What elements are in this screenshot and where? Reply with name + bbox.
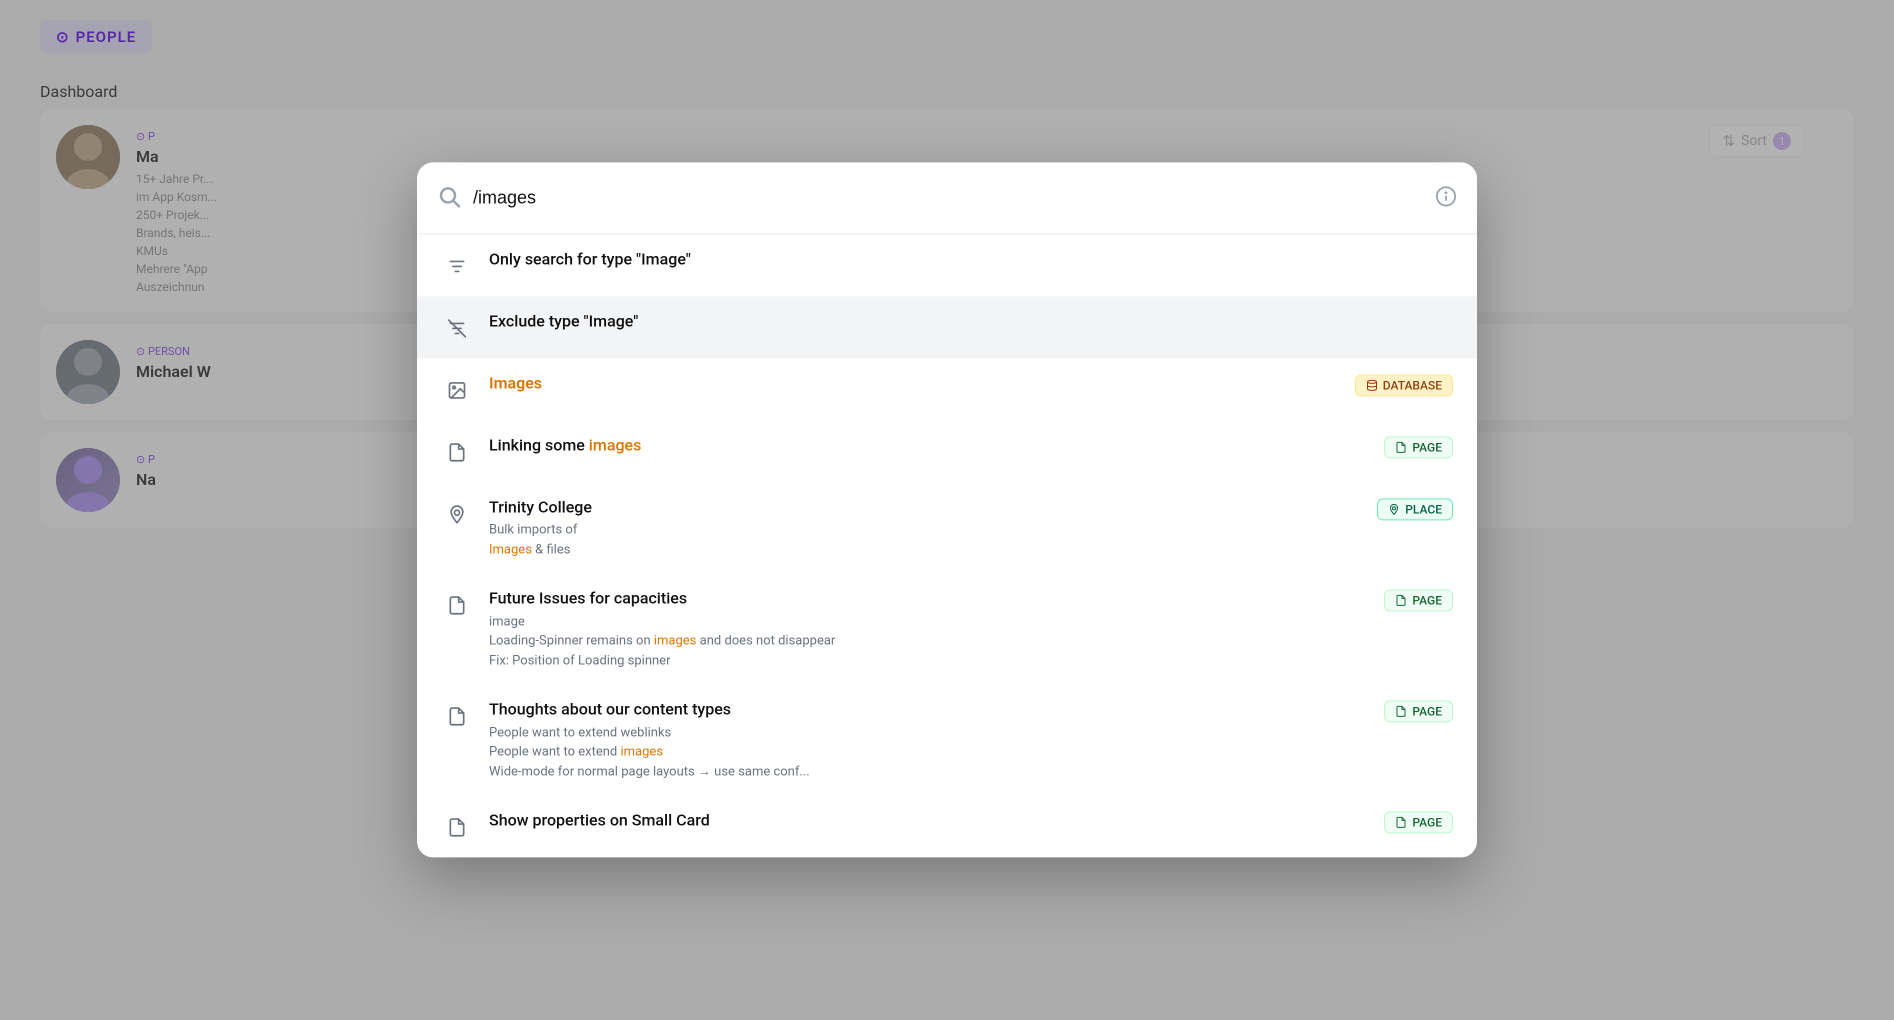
page-icon-1 bbox=[441, 436, 473, 468]
future-issues-content: Future Issues for capacities image Loadi… bbox=[489, 588, 1384, 671]
filter-exclude-title: Exclude type "Image" bbox=[489, 310, 1453, 332]
future-issues-highlight: images bbox=[654, 634, 697, 649]
page-icon-3 bbox=[441, 701, 473, 733]
page-icon-2 bbox=[441, 590, 473, 622]
thoughts-content-subtitle: People want to extend weblinks People wa… bbox=[489, 723, 1384, 782]
search-icon bbox=[437, 184, 461, 212]
trinity-subtitle: Bulk imports of Images & files bbox=[489, 521, 1377, 560]
results-list: Only search for type "Image" Exclude typ… bbox=[417, 234, 1477, 857]
search-input[interactable] bbox=[473, 187, 1435, 208]
result-images-db[interactable]: Images DATABASE bbox=[417, 358, 1477, 420]
trinity-title: Trinity College bbox=[489, 496, 1377, 518]
trinity-highlight: Images bbox=[489, 542, 532, 557]
result-thoughts-content[interactable]: Thoughts about our content types People … bbox=[417, 685, 1477, 796]
place-badge: PLACE bbox=[1377, 498, 1453, 520]
page-badge-3: PAGE bbox=[1384, 701, 1453, 723]
place-icon bbox=[441, 498, 473, 530]
database-badge: DATABASE bbox=[1355, 374, 1453, 396]
page-icon-4 bbox=[441, 812, 473, 844]
page-badge-1: PAGE bbox=[1384, 436, 1453, 458]
show-properties-title: Show properties on Small Card bbox=[489, 810, 1384, 832]
result-show-properties[interactable]: Show properties on Small Card PAGE bbox=[417, 796, 1477, 858]
filter-only-content: Only search for type "Image" bbox=[489, 248, 1453, 270]
page-badge-4: PAGE bbox=[1384, 812, 1453, 834]
thoughts-content-content: Thoughts about our content types People … bbox=[489, 699, 1384, 782]
search-modal: Only search for type "Image" Exclude typ… bbox=[417, 162, 1477, 857]
filter-exclude-image[interactable]: Exclude type "Image" bbox=[417, 296, 1477, 358]
thoughts-content-highlight: images bbox=[621, 745, 664, 760]
image-icon bbox=[441, 374, 473, 406]
images-db-title: Images bbox=[489, 372, 1355, 394]
filter-only-image[interactable]: Only search for type "Image" bbox=[417, 234, 1477, 296]
trinity-content: Trinity College Bulk imports of Images &… bbox=[489, 496, 1377, 559]
result-trinity-college[interactable]: Trinity College Bulk imports of Images &… bbox=[417, 482, 1477, 573]
linking-images-title: Linking some images bbox=[489, 434, 1384, 456]
filter-exclude-icon bbox=[441, 312, 473, 344]
result-linking-images[interactable]: Linking some images PAGE bbox=[417, 420, 1477, 482]
show-properties-content: Show properties on Small Card bbox=[489, 810, 1384, 832]
images-db-content: Images bbox=[489, 372, 1355, 394]
future-issues-title: Future Issues for capacities bbox=[489, 588, 1384, 610]
filter-only-title: Only search for type "Image" bbox=[489, 248, 1453, 270]
future-issues-subtitle: image Loading-Spinner remains on images … bbox=[489, 612, 1384, 671]
linking-images-content: Linking some images bbox=[489, 434, 1384, 456]
filter-exclude-content: Exclude type "Image" bbox=[489, 310, 1453, 332]
info-icon[interactable] bbox=[1435, 185, 1457, 211]
filter-only-icon bbox=[441, 250, 473, 282]
search-bar bbox=[417, 162, 1477, 234]
result-future-issues[interactable]: Future Issues for capacities image Loadi… bbox=[417, 574, 1477, 685]
linking-images-highlight: images bbox=[589, 435, 642, 454]
page-badge-2: PAGE bbox=[1384, 590, 1453, 612]
thoughts-content-title: Thoughts about our content types bbox=[489, 699, 1384, 721]
